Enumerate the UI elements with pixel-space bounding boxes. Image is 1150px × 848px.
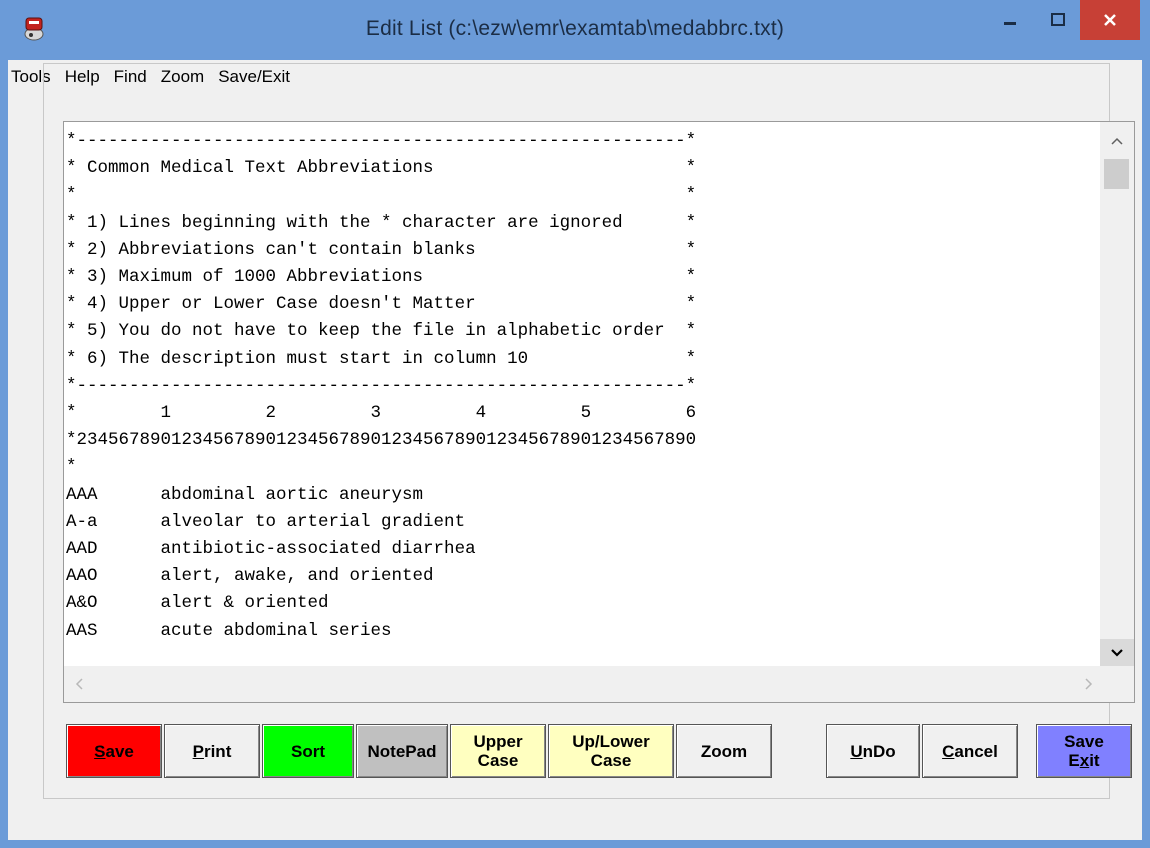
notepad-button[interactable]: NotePad bbox=[356, 724, 448, 778]
save-exit-button[interactable]: Save Exit bbox=[1036, 724, 1132, 778]
editor-line[interactable]: * 2) Abbreviations can't contain blanks … bbox=[66, 237, 1096, 264]
cancel-button[interactable]: Cancel bbox=[922, 724, 1018, 778]
scroll-down-icon bbox=[1111, 649, 1123, 657]
close-icon bbox=[1104, 14, 1116, 26]
editor-line[interactable]: * 1) Lines beginning with the * characte… bbox=[66, 210, 1096, 237]
print-label: rint bbox=[203, 741, 232, 761]
vertical-scrollbar[interactable] bbox=[1100, 122, 1134, 667]
save-underline: S bbox=[94, 741, 106, 761]
horizontal-scrollbar[interactable] bbox=[64, 666, 1134, 702]
notepad-label: NotePad bbox=[367, 741, 437, 761]
scroll-thumb[interactable] bbox=[1104, 159, 1129, 189]
save-exit-line2-post: it bbox=[1089, 751, 1100, 770]
save-label: ave bbox=[105, 741, 134, 761]
editor-line[interactable]: * 6) The description must start in colum… bbox=[66, 346, 1096, 373]
maximize-button[interactable] bbox=[1035, 0, 1080, 40]
save-exit-underline: x bbox=[1079, 751, 1090, 770]
upper-case-button[interactable]: Upper Case bbox=[450, 724, 546, 778]
print-button[interactable]: Print bbox=[164, 724, 260, 778]
sort-label: Sort bbox=[291, 741, 325, 761]
undo-label: nDo bbox=[862, 741, 896, 761]
sort-button[interactable]: Sort bbox=[262, 724, 354, 778]
editor-line[interactable]: AAA abdominal aortic aneurysm bbox=[66, 482, 1096, 509]
editor-line[interactable]: * 4) Upper or Lower Case doesn't Matter … bbox=[66, 291, 1096, 318]
title-bar[interactable]: Edit List (c:\ezw\emr\examtab\medabbrc.t… bbox=[0, 0, 1150, 60]
editor-line[interactable]: AAO alert, awake, and oriented bbox=[66, 563, 1096, 590]
editor-line[interactable]: * bbox=[66, 454, 1096, 481]
zoom-button[interactable]: Zoom bbox=[676, 724, 772, 778]
editor-line[interactable]: * * bbox=[66, 182, 1096, 209]
scroll-right-icon[interactable] bbox=[1084, 677, 1094, 691]
editor-line[interactable]: AAS acute abdominal series bbox=[66, 618, 1096, 645]
editor-line[interactable]: *234567890123456789012345678901234567890… bbox=[66, 427, 1096, 454]
upper-case-label: Upper Case bbox=[473, 732, 523, 770]
minimize-button[interactable] bbox=[985, 0, 1035, 40]
save-exit-line1: Save bbox=[1064, 732, 1104, 751]
editor-line[interactable]: * 1 2 3 4 5 6 bbox=[66, 400, 1096, 427]
up-lower-case-button[interactable]: Up/Lower Case bbox=[548, 724, 674, 778]
up-lower-case-label: Up/Lower Case bbox=[572, 732, 650, 770]
scroll-up-icon[interactable] bbox=[1110, 136, 1124, 146]
editor-line[interactable]: A&O alert & oriented bbox=[66, 590, 1096, 617]
editor-line[interactable]: *---------------------------------------… bbox=[66, 373, 1096, 400]
save-exit-line2-pre: E bbox=[1068, 751, 1080, 770]
text-editor[interactable]: *---------------------------------------… bbox=[63, 121, 1135, 703]
undo-button[interactable]: UnDo bbox=[826, 724, 920, 778]
editor-line[interactable]: A-a alveolar to arterial gradient bbox=[66, 509, 1096, 536]
cancel-underline: C bbox=[942, 741, 955, 761]
editor-content[interactable]: *---------------------------------------… bbox=[66, 128, 1096, 645]
editor-line[interactable]: AAD antibiotic-associated diarrhea bbox=[66, 536, 1096, 563]
print-underline: P bbox=[192, 741, 204, 761]
editor-line[interactable]: * 3) Maximum of 1000 Abbreviations * bbox=[66, 264, 1096, 291]
undo-underline: U bbox=[850, 741, 863, 761]
close-button[interactable] bbox=[1080, 0, 1140, 40]
editor-line[interactable]: * Common Medical Text Abbreviations * bbox=[66, 155, 1096, 182]
window-title: Edit List (c:\ezw\emr\examtab\medabbrc.t… bbox=[365, 17, 785, 40]
maximize-icon bbox=[1050, 13, 1065, 26]
minimize-icon bbox=[1004, 22, 1016, 25]
cancel-label: ancel bbox=[954, 741, 998, 761]
editor-line[interactable]: * 5) You do not have to keep the file in… bbox=[66, 318, 1096, 345]
scroll-left-icon[interactable] bbox=[74, 677, 84, 691]
scroll-down-button[interactable] bbox=[1100, 639, 1134, 667]
zoom-label: Zoom bbox=[700, 741, 748, 761]
save-button[interactable]: Save bbox=[66, 724, 162, 778]
edit-list-window: Edit List (c:\ezw\emr\examtab\medabbrc.t… bbox=[0, 0, 1150, 848]
editor-line[interactable]: *---------------------------------------… bbox=[66, 128, 1096, 155]
